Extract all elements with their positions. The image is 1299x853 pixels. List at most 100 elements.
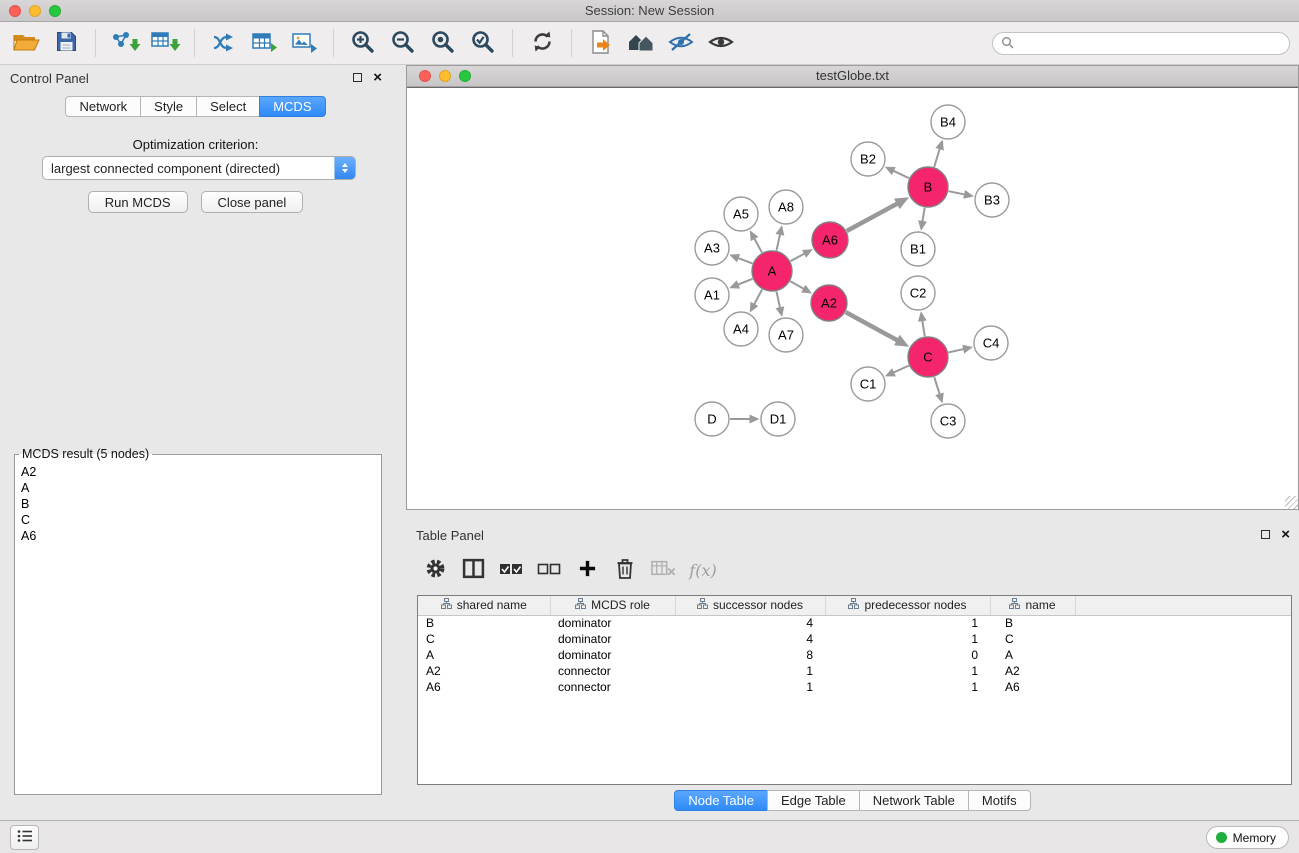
close-panel-button[interactable]: Close panel [201, 191, 304, 213]
tab-mcds[interactable]: MCDS [259, 96, 325, 117]
graph-node-B4[interactable]: B4 [931, 105, 965, 139]
mcds-result-item[interactable]: C [15, 512, 381, 528]
network-close-button[interactable] [419, 70, 431, 82]
memory-button[interactable]: Memory [1206, 826, 1289, 849]
column-header-name[interactable]: name [990, 596, 1075, 615]
zoom-in-button[interactable] [343, 25, 383, 61]
graph-node-C2[interactable]: C2 [901, 276, 935, 310]
table-cell[interactable]: 0 [825, 647, 990, 663]
network-graph[interactable]: B4B2BB3A5A8A6A3B1AC2A1A2A4A7C4CC1DD1C3 [407, 88, 1298, 509]
graph-edge-B-B4[interactable] [934, 149, 940, 167]
graph-node-B3[interactable]: B3 [975, 183, 1009, 217]
mcds-result-item[interactable]: A2 [15, 464, 381, 480]
column-header-mcds-role[interactable]: MCDS role [550, 596, 675, 615]
column-header-shared-name[interactable]: shared name [418, 596, 550, 615]
table-cell[interactable]: connector [550, 679, 675, 695]
table-row[interactable]: A2connector11A2 [418, 663, 1291, 679]
graph-edge-B-B3[interactable] [949, 191, 965, 194]
export-image-button[interactable] [284, 25, 324, 61]
show-graphics-details-button[interactable] [701, 25, 741, 61]
graph-node-A3[interactable]: A3 [695, 231, 729, 265]
graph-edge-B-B2[interactable] [893, 171, 909, 178]
search-field[interactable] [992, 32, 1290, 55]
graph-edge-A-A6[interactable] [791, 254, 805, 261]
graph-edge-A2-C[interactable] [846, 312, 898, 340]
table-cell[interactable]: 1 [825, 615, 990, 631]
table-cell[interactable]: B [418, 615, 550, 631]
mcds-result-item[interactable]: B [15, 496, 381, 512]
home-button[interactable] [621, 25, 661, 61]
graph-edge-C-C3[interactable] [934, 377, 939, 394]
refresh-button[interactable] [522, 25, 562, 61]
table-tab-network-table[interactable]: Network Table [859, 790, 969, 811]
graph-edge-A-A2[interactable] [790, 281, 803, 289]
zoom-out-button[interactable] [383, 25, 423, 61]
table-cell[interactable]: A6 [418, 679, 550, 695]
graph-node-A4[interactable]: A4 [724, 312, 758, 346]
table-cell[interactable]: C [418, 631, 550, 647]
table-cell[interactable]: 1 [825, 679, 990, 695]
graph-node-B2[interactable]: B2 [851, 142, 885, 176]
table-cell[interactable]: B [990, 615, 1075, 631]
export-table-button[interactable] [244, 25, 284, 61]
table-cell[interactable]: 8 [675, 647, 825, 663]
table-cell[interactable]: A6 [990, 679, 1075, 695]
graph-node-A5[interactable]: A5 [724, 197, 758, 231]
table-tab-edge-table[interactable]: Edge Table [767, 790, 860, 811]
show-columns-button[interactable] [456, 553, 490, 587]
graph-node-D1[interactable]: D1 [761, 402, 795, 436]
graph-node-A2[interactable]: A2 [811, 285, 847, 321]
float-table-panel-icon[interactable] [1261, 530, 1270, 539]
graph-edge-B-B1[interactable] [922, 208, 924, 222]
close-panel-icon[interactable]: × [373, 72, 382, 83]
deselect-all-button[interactable] [532, 553, 566, 587]
close-window-button[interactable] [9, 5, 21, 17]
graph-edge-C-C2[interactable] [922, 321, 924, 337]
hide-graphics-details-button[interactable] [661, 25, 701, 61]
graph-node-C4[interactable]: C4 [974, 326, 1008, 360]
graph-node-C3[interactable]: C3 [931, 404, 965, 438]
graph-node-A1[interactable]: A1 [695, 278, 729, 312]
table-cell[interactable]: dominator [550, 631, 675, 647]
table-cell[interactable]: 4 [675, 615, 825, 631]
graph-edge-A-A1[interactable] [738, 279, 753, 285]
column-header-successor-nodes[interactable]: successor nodes [675, 596, 825, 615]
table-cell[interactable]: dominator [550, 647, 675, 663]
table-cell[interactable]: A2 [418, 663, 550, 679]
import-network-button[interactable] [105, 25, 145, 61]
zoom-selected-button[interactable] [463, 25, 503, 61]
tab-style[interactable]: Style [140, 96, 197, 117]
resize-grip[interactable] [1285, 496, 1298, 509]
graph-edge-C-C1[interactable] [894, 366, 909, 373]
table-cell[interactable]: A [418, 647, 550, 663]
task-history-button[interactable] [10, 825, 39, 850]
graph-node-C1[interactable]: C1 [851, 367, 885, 401]
table-row[interactable]: Bdominator41B [418, 615, 1291, 631]
table-row[interactable]: A6connector11A6 [418, 679, 1291, 695]
table-cell[interactable]: 1 [675, 663, 825, 679]
graph-edge-A-A5[interactable] [754, 239, 762, 253]
graph-node-A7[interactable]: A7 [769, 318, 803, 352]
graph-edge-A-A7[interactable] [776, 292, 780, 308]
minimize-window-button[interactable] [29, 5, 41, 17]
graph-node-A[interactable]: A [752, 251, 792, 291]
select-all-button[interactable] [494, 553, 528, 587]
table-cell[interactable]: 1 [675, 679, 825, 695]
table-cell[interactable]: 4 [675, 631, 825, 647]
column-header-predecessor-nodes[interactable]: predecessor nodes [825, 596, 990, 615]
new-network-button[interactable] [204, 25, 244, 61]
zoom-fit-button[interactable] [423, 25, 463, 61]
mcds-result-item[interactable]: A6 [15, 528, 381, 544]
network-canvas[interactable]: B4B2BB3A5A8A6A3B1AC2A1A2A4A7C4CC1DD1C3 [407, 87, 1298, 509]
table-cell[interactable]: dominator [550, 615, 675, 631]
network-minimize-button[interactable] [439, 70, 451, 82]
search-input[interactable] [1019, 36, 1281, 51]
first-neighbors-button[interactable] [581, 25, 621, 61]
table-cell[interactable]: 1 [825, 631, 990, 647]
table-cell[interactable]: 1 [825, 663, 990, 679]
close-table-panel-icon[interactable]: × [1281, 529, 1290, 540]
graph-edge-A-A4[interactable] [754, 290, 762, 305]
function-builder-button[interactable]: f(x) [684, 553, 718, 587]
zoom-window-button[interactable] [49, 5, 61, 17]
graph-node-D[interactable]: D [695, 402, 729, 436]
